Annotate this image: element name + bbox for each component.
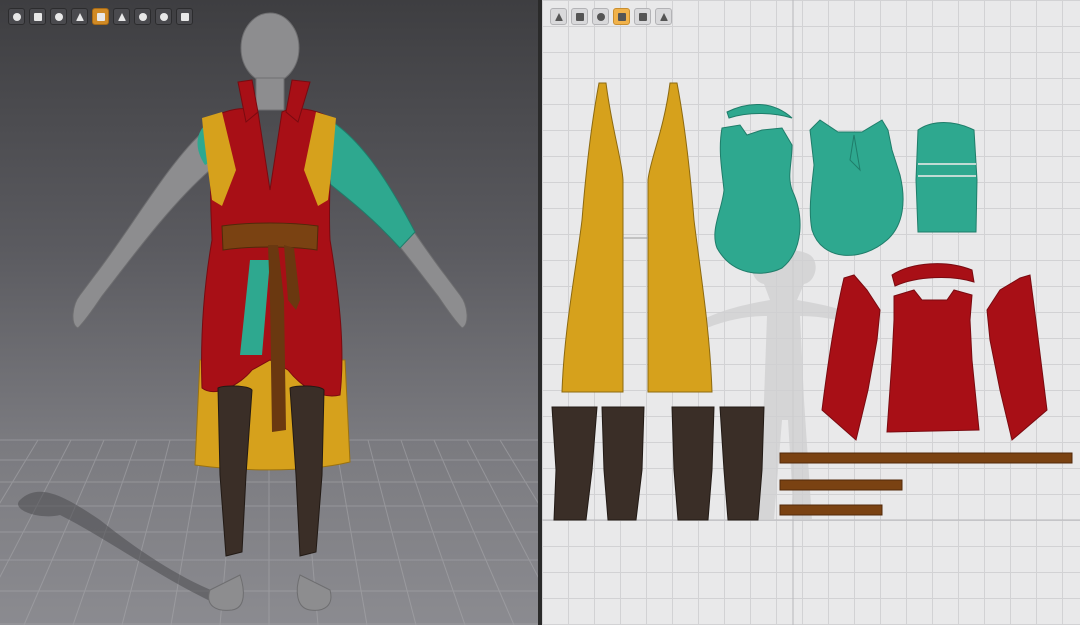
- pose-icon[interactable]: [134, 8, 151, 25]
- texture-icon[interactable]: [50, 8, 67, 25]
- boot-piece-2[interactable]: [601, 406, 645, 521]
- garment-icon[interactable]: [29, 8, 46, 25]
- export-icon[interactable]: [176, 8, 193, 25]
- yellow-panel-right[interactable]: [647, 82, 713, 393]
- boot-left: [217, 385, 253, 557]
- transform-icon[interactable]: [571, 8, 588, 25]
- skin-icon[interactable]: [155, 8, 172, 25]
- red-collar-strip[interactable]: [891, 263, 975, 287]
- teal-collar-strip[interactable]: [726, 103, 793, 119]
- teal-front-panel[interactable]: [809, 119, 904, 256]
- teal-back-panel[interactable]: [714, 124, 801, 274]
- sewing-icon[interactable]: [592, 8, 609, 25]
- export-icon[interactable]: [655, 8, 672, 25]
- red-side-panel-right[interactable]: [986, 274, 1048, 441]
- arrange-icon[interactable]: [634, 8, 651, 25]
- 3d-scene[interactable]: [0, 0, 538, 625]
- 2d-pattern-viewport[interactable]: [542, 0, 1080, 625]
- red-center-panel[interactable]: [886, 289, 980, 433]
- yellow-panel-left[interactable]: [561, 82, 624, 393]
- boot-right: [289, 385, 325, 557]
- red-side-panel-left[interactable]: [821, 274, 881, 441]
- belt-strip-long[interactable]: [779, 452, 1073, 464]
- fabric-icon[interactable]: [613, 8, 630, 25]
- camera-icon[interactable]: [113, 8, 130, 25]
- boot-piece-4[interactable]: [719, 406, 765, 521]
- teal-sleeve-panel[interactable]: [915, 122, 978, 233]
- select-icon[interactable]: [550, 8, 567, 25]
- boot-piece-3[interactable]: [671, 406, 715, 521]
- belt-strip-short[interactable]: [779, 504, 883, 516]
- boot-piece-1[interactable]: [551, 406, 598, 521]
- teal-sleeve: [324, 119, 416, 249]
- 2d-toolbar: [550, 8, 672, 25]
- pattern-canvas[interactable]: [542, 0, 1080, 625]
- avatar-shadow: [18, 491, 240, 610]
- belt-strip-medium[interactable]: [779, 479, 903, 491]
- 3d-toolbar: [8, 8, 193, 25]
- render-mode-icon[interactable]: [8, 8, 25, 25]
- 3d-viewport[interactable]: [0, 0, 538, 625]
- avatar-icon[interactable]: [71, 8, 88, 25]
- fabric-icon[interactable]: [92, 8, 109, 25]
